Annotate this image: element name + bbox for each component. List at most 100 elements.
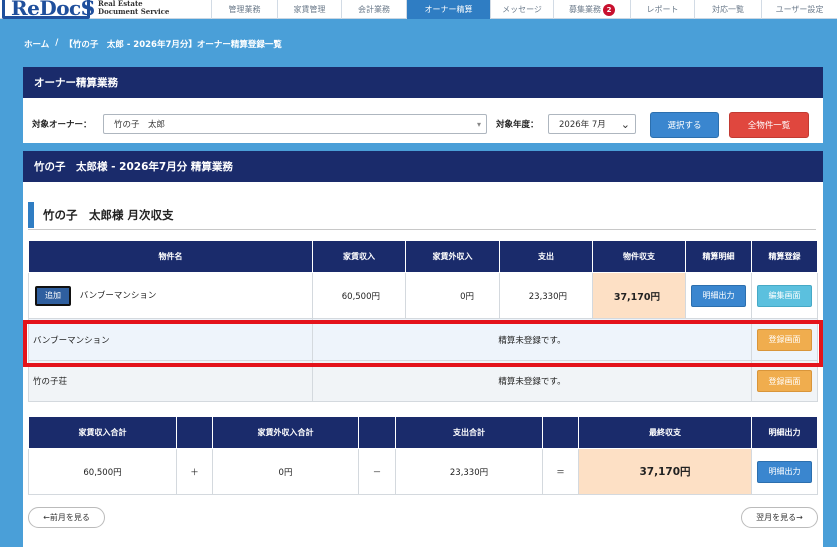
- table-header-row: 物件名 家賃収入 家賃外収入 支出 物件収支 精算明細 精算登録: [28, 240, 818, 273]
- rent-total: 60,500円: [28, 448, 177, 495]
- section-title-text: 竹の子 太郎様 月次収支: [43, 208, 174, 222]
- nav-item[interactable]: 対応一覧: [694, 0, 761, 19]
- expense-total: 23,330円: [395, 448, 543, 495]
- breadcrumb-separator: /: [55, 38, 59, 48]
- header-detail-output: 明細出力: [751, 416, 818, 449]
- owner-label: 対象オーナー：: [32, 120, 92, 130]
- expense-cell: 23,330円: [499, 272, 593, 319]
- nav-item-label: ユーザー設定: [775, 5, 824, 14]
- rent-income-cell: 60,500円: [312, 272, 406, 319]
- header-other-income: 家賃外収入: [405, 240, 500, 273]
- header-spacer: [542, 416, 579, 449]
- select-button[interactable]: 選択する: [650, 112, 719, 138]
- header-rent-income: 家賃収入: [312, 240, 406, 273]
- nav-item-label: 会計業務: [358, 5, 390, 14]
- plus-operator: ＋: [176, 448, 213, 495]
- notification-badge: 2: [603, 3, 615, 16]
- redocs-logo[interactable]: ReDocS Real Estate Document Service: [2, 0, 207, 20]
- detail-output-cell: 明細出力: [751, 448, 818, 495]
- top-navigation-bar: ReDocS Real Estate Document Service 管理業務…: [0, 0, 837, 20]
- year-select[interactable]: 2026年 7月 ⌄: [548, 114, 636, 134]
- property-balance-table: 物件名 家賃収入 家賃外収入 支出 物件収支 精算明細 精算登録 追加 バンブー…: [28, 240, 818, 402]
- header-other-total: 家賃外収入合計: [212, 416, 359, 449]
- table-row: 追加 バンブーマンション 60,500円 0円 23,330円 37,170円 …: [28, 272, 818, 319]
- other-income-cell: 0円: [405, 272, 500, 319]
- breadcrumb-home[interactable]: ホーム: [24, 38, 49, 50]
- header-spacer: [176, 416, 213, 449]
- totals-table: 家賃収入合計 家賃外収入合計 支出合計 最終収支 明細出力 60,500円 ＋ …: [28, 416, 818, 495]
- nav-item-label: 家賃管理: [293, 5, 326, 14]
- monthly-panel-header: 竹の子 太郎様 - 2026年7月分 精算業務: [23, 151, 823, 182]
- nav-item[interactable]: 管理業務: [211, 0, 277, 19]
- balance-cell: 37,170円: [592, 272, 686, 319]
- equal-operator: ＝: [542, 448, 579, 495]
- nav-item[interactable]: 会計業務: [341, 0, 406, 19]
- nav-item[interactable]: レポート: [630, 0, 694, 19]
- previous-month-button[interactable]: ←前月を見る: [28, 507, 105, 528]
- nav-item[interactable]: 募集業務 2: [553, 0, 630, 19]
- all-properties-button[interactable]: 全物件一覧: [729, 112, 809, 138]
- property-name: バンブーマンション: [79, 291, 157, 301]
- minus-operator: －: [358, 448, 396, 495]
- edit-screen-button[interactable]: 編集画面: [757, 284, 812, 307]
- next-month-button[interactable]: 翌月を見る→: [741, 507, 818, 528]
- property-name: 竹の子荘: [28, 360, 313, 402]
- status-text: 精算未登録です。: [312, 318, 752, 361]
- register-cell: 登録画面: [751, 318, 818, 361]
- chevron-down-icon: ⌄: [620, 118, 630, 131]
- header-detail: 精算明細: [685, 240, 752, 273]
- dropdown-arrow-icon: ▾: [476, 120, 481, 129]
- logo-frame: ReDocS: [2, 0, 95, 20]
- final-balance: 37,170円: [578, 448, 752, 495]
- breadcrumb: ホーム / 【竹の子 太郎 - 2026年7月分】オーナー精算登録一覧: [24, 38, 282, 50]
- nav-item[interactable]: ユーザー設定: [761, 0, 837, 19]
- main-nav: 管理業務 家賃管理 会計業務 オーナー精算 メッセージ 募集業務 2 レポート 対応一覧 ユーザー…: [211, 0, 837, 19]
- owner-select-value: 竹の子 太郎: [114, 120, 166, 130]
- monthly-panel-title: 竹の子 太郎様 - 2026年7月分 精算業務: [34, 161, 233, 173]
- year-select-value: 2026年 7月: [559, 120, 606, 130]
- header-expense-total: 支出合計: [395, 416, 543, 449]
- edit-cell: 編集画面: [751, 272, 818, 319]
- nav-item-label: 対応一覧: [712, 5, 744, 14]
- logo-text: ReDocS: [11, 0, 95, 20]
- section-accent-bar: [28, 202, 34, 228]
- property-cell: 追加 バンブーマンション: [28, 272, 313, 319]
- detail-output-button[interactable]: 明細出力: [691, 284, 746, 307]
- owner-panel-header: オーナー精算業務: [23, 67, 823, 98]
- add-button[interactable]: 追加: [35, 285, 71, 306]
- property-name: バンブーマンション: [28, 318, 313, 361]
- logo-subtitle: Real Estate Document Service: [98, 0, 169, 16]
- header-property-name: 物件名: [28, 240, 313, 273]
- nav-item[interactable]: メッセージ: [490, 0, 553, 19]
- nav-item-label: メッセージ: [502, 5, 542, 14]
- year-label: 対象年度：: [496, 120, 539, 130]
- register-screen-button[interactable]: 登録画面: [757, 328, 812, 351]
- header-spacer: [358, 416, 396, 449]
- header-expense: 支出: [499, 240, 593, 273]
- status-text: 精算未登録です。: [312, 360, 752, 402]
- register-cell: 登録画面: [751, 360, 818, 402]
- nav-item[interactable]: オーナー精算: [406, 0, 490, 19]
- section-title: 竹の子 太郎様 月次収支: [28, 202, 816, 230]
- nav-item[interactable]: 家賃管理: [277, 0, 341, 19]
- nav-item-label: レポート: [646, 5, 679, 14]
- logo-subtitle-line2: Document Service: [98, 7, 170, 16]
- nav-item-label: オーナー精算: [424, 5, 473, 14]
- totals-row: 60,500円 ＋ 0円 － 23,330円 ＝ 37,170円 明細出力: [28, 448, 818, 495]
- header-register: 精算登録: [751, 240, 818, 273]
- nav-item-label: 募集業務: [569, 5, 601, 14]
- table-row: バンブーマンション 精算未登録です。 登録画面: [28, 318, 818, 361]
- register-screen-button[interactable]: 登録画面: [757, 370, 812, 392]
- detail-cell: 明細出力: [685, 272, 752, 319]
- owner-select[interactable]: 竹の子 太郎 ▾: [103, 114, 487, 134]
- breadcrumb-current: 【竹の子 太郎 - 2026年7月分】オーナー精算登録一覧: [64, 40, 282, 50]
- header-final-balance: 最終収支: [578, 416, 752, 449]
- nav-item-label: 管理業務: [228, 5, 261, 14]
- totals-detail-output-button[interactable]: 明細出力: [757, 460, 812, 483]
- totals-header-row: 家賃収入合計 家賃外収入合計 支出合計 最終収支 明細出力: [28, 416, 818, 449]
- header-rent-total: 家賃収入合計: [28, 416, 177, 449]
- header-balance: 物件収支: [592, 240, 686, 273]
- owner-panel-title: オーナー精算業務: [34, 77, 118, 89]
- table-row: 竹の子荘 精算未登録です。 登録画面: [28, 360, 818, 402]
- other-total: 0円: [212, 448, 359, 495]
